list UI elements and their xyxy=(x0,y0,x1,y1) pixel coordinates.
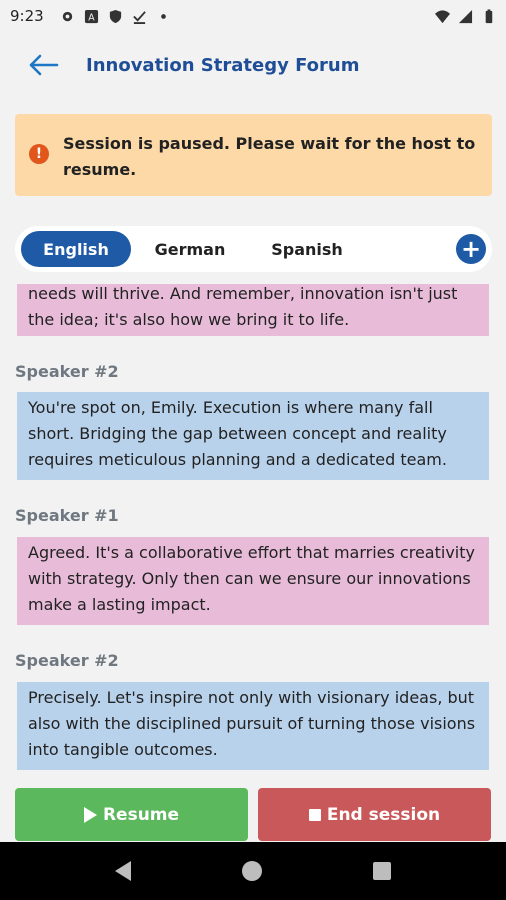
tab-english[interactable]: English xyxy=(21,231,131,267)
a-notification-icon: A xyxy=(84,9,98,23)
add-language-button[interactable]: + xyxy=(456,234,486,264)
transcript-bubble: Agreed. It's a collaborative effort that… xyxy=(17,537,489,625)
resume-label: Resume xyxy=(102,804,180,825)
play-icon xyxy=(83,806,97,823)
status-time: 9:23 xyxy=(10,7,44,25)
nav-recents-icon[interactable] xyxy=(372,862,391,880)
tab-german[interactable]: German xyxy=(131,231,249,267)
end-session-label: End session xyxy=(326,804,441,825)
transcript-line: the idea; it's also how we bring it to l… xyxy=(28,310,350,329)
system-nav-bar xyxy=(0,842,506,900)
transcript-bubble: needs will thrive. And remember, innovat… xyxy=(17,284,489,336)
dot-icon xyxy=(160,13,166,19)
transcript-line: with strategy. Only then can we ensure o… xyxy=(28,569,471,588)
alert-icon: ! xyxy=(29,144,49,164)
transcript-line: You're spot on, Emily. Execution is wher… xyxy=(28,398,433,417)
plus-circle-icon: + xyxy=(460,235,482,263)
app-bar: Innovation Strategy Forum xyxy=(0,32,506,98)
transcript-line: requires meticulous planning and a dedic… xyxy=(28,450,447,469)
back-button[interactable] xyxy=(22,43,66,87)
transcript-list[interactable]: needs will thrive. And remember, innovat… xyxy=(0,284,506,776)
tab-spanish[interactable]: Spanish xyxy=(249,231,365,267)
transcript-line: also with the disciplined pursuit of tur… xyxy=(28,714,476,733)
transcript-line: make a lasting impact. xyxy=(28,595,211,614)
signal-icon xyxy=(458,9,473,23)
transcript-bubble: You're spot on, Emily. Execution is wher… xyxy=(17,392,489,480)
paused-banner: ! Session is paused. Please wait for the… xyxy=(15,114,492,196)
transcript-bubble: Precisely. Let's inspire not only with v… xyxy=(17,682,489,770)
speaker-label: Speaker #2 xyxy=(15,362,119,381)
banner-message: Session is paused. Please wait for the h… xyxy=(63,134,476,179)
battery-icon xyxy=(485,8,493,23)
end-session-button[interactable]: End session xyxy=(258,788,491,841)
stop-icon xyxy=(308,808,321,821)
speaker-label: Speaker #2 xyxy=(15,651,119,670)
language-tabs: English German Spanish + xyxy=(15,226,492,272)
nav-back-icon[interactable] xyxy=(115,861,132,881)
transcript-line: needs will thrive. And remember, innovat… xyxy=(28,284,458,303)
status-bar: 9:23 A xyxy=(0,0,506,32)
transcript-line: Agreed. It's a collaborative effort that… xyxy=(28,543,475,562)
shield-icon xyxy=(109,9,121,23)
download-done-icon xyxy=(132,10,146,24)
transcript-line: Precisely. Let's inspire not only with v… xyxy=(28,688,475,707)
transcript-line: into tangible outcomes. xyxy=(28,740,218,759)
page-title: Innovation Strategy Forum xyxy=(86,54,360,76)
nav-home-icon[interactable] xyxy=(241,861,262,881)
wifi-icon xyxy=(435,9,450,23)
arrow-left-icon xyxy=(29,54,59,76)
svg-text:A: A xyxy=(88,12,95,23)
session-actions: Resume End session xyxy=(0,786,506,842)
transcript-line: short. Bridging the gap between concept … xyxy=(28,424,447,443)
resume-button[interactable]: Resume xyxy=(15,788,248,841)
speaker-label: Speaker #1 xyxy=(15,506,119,525)
settings-icon xyxy=(62,11,72,21)
